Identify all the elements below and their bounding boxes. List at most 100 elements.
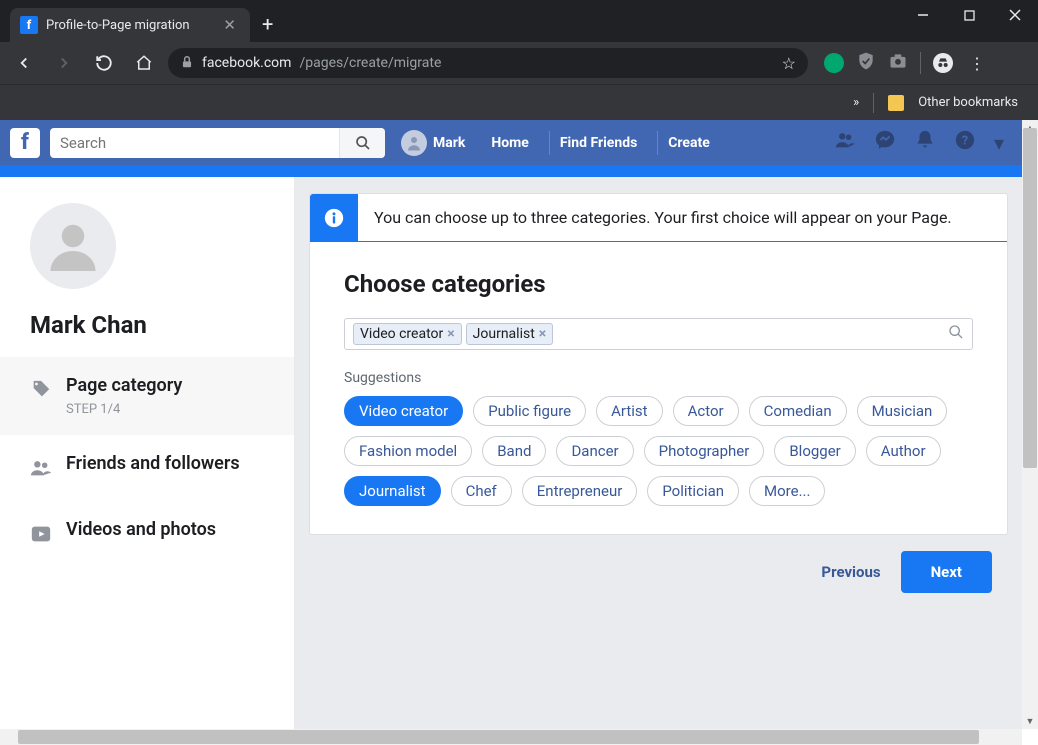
suggestion-pill-4[interactable]: Comedian	[749, 396, 847, 426]
suggestion-pill-15[interactable]: Politician	[647, 476, 739, 506]
header-profile-name: Mark	[433, 135, 465, 151]
account-dropdown-icon[interactable]: ▾	[994, 131, 1004, 155]
home-button[interactable]	[128, 47, 160, 79]
remove-chip-icon[interactable]: ×	[539, 326, 546, 342]
notifications-icon[interactable]	[914, 129, 936, 156]
suggestion-pill-16[interactable]: More...	[749, 476, 825, 506]
sidebar: Mark Chan Page category STEP 1/4 Friends…	[0, 177, 295, 729]
suggestion-pill-3[interactable]: Actor	[673, 396, 739, 426]
facebook-search	[50, 128, 385, 158]
folder-icon	[888, 95, 904, 111]
suggestion-pill-11[interactable]: Author	[866, 436, 941, 466]
suggestion-pill-1[interactable]: Public figure	[473, 396, 586, 426]
suggestion-pill-5[interactable]: Musician	[857, 396, 948, 426]
suggestion-pill-8[interactable]: Dancer	[556, 436, 633, 466]
facebook-logo-icon[interactable]: f	[10, 128, 40, 158]
new-tab-button[interactable]: +	[250, 6, 285, 42]
suggestion-pill-9[interactable]: Photographer	[644, 436, 765, 466]
bookmarks-bar: » Other bookmarks	[0, 84, 1038, 120]
category-card: You can choose up to three categories. Y…	[309, 193, 1008, 535]
footer-actions: Previous Next	[309, 535, 1008, 593]
window-controls	[900, 0, 1038, 42]
incognito-icon[interactable]	[933, 53, 953, 73]
bookmark-star-icon[interactable]: ☆	[782, 54, 796, 73]
back-button[interactable]	[8, 47, 40, 79]
address-bar[interactable]: facebook.com/pages/create/migrate ☆	[168, 48, 808, 78]
browser-menu-button[interactable]: ⋮	[961, 54, 993, 73]
grammarly-extension-icon[interactable]	[824, 53, 844, 73]
info-icon	[310, 194, 358, 241]
vertical-scrollbar[interactable]: ▲ ▼	[1022, 120, 1038, 729]
step-title: Videos and photos	[66, 519, 216, 540]
facebook-header: f Mark Home Find Friends Create ? ▾	[0, 120, 1022, 165]
suggestions-label: Suggestions	[344, 370, 973, 386]
selected-chip-0: Video creator ×	[353, 323, 462, 345]
shield-extension-icon[interactable]	[856, 51, 876, 75]
url-host: facebook.com	[202, 55, 291, 71]
suggestions-list: Video creator Public figure Artist Actor Com…	[344, 396, 973, 506]
scroll-down-icon[interactable]: ▼	[1022, 713, 1038, 729]
profile-link[interactable]: Mark	[395, 130, 471, 156]
sidebar-step-1[interactable]: Friends and followers	[0, 435, 294, 501]
tab-title: Profile-to-Page migration	[46, 18, 211, 33]
selected-chip-1: Journalist ×	[466, 323, 554, 345]
nav-home[interactable]: Home	[481, 131, 538, 155]
heading: Choose categories	[344, 270, 973, 298]
reload-button[interactable]	[88, 47, 120, 79]
camera-extension-icon[interactable]	[888, 51, 908, 75]
sidebar-step-2[interactable]: Videos and photos	[0, 501, 294, 567]
extension-icons	[824, 51, 953, 75]
nav-create[interactable]: Create	[657, 131, 720, 155]
url-path: /pages/create/migrate	[299, 55, 441, 71]
page-content: f Mark Home Find Friends Create ? ▾	[0, 120, 1022, 729]
hscroll-thumb[interactable]	[18, 730, 979, 744]
step-title: Friends and followers	[66, 453, 240, 474]
facebook-favicon-icon: f	[20, 16, 38, 34]
sidebar-step-0[interactable]: Page category STEP 1/4	[0, 357, 294, 435]
content-area: Mark Chan Page category STEP 1/4 Friends…	[0, 177, 1022, 729]
nav-find-friends[interactable]: Find Friends	[549, 131, 647, 155]
horizontal-scrollbar[interactable]	[0, 729, 1022, 745]
suggestion-pill-2[interactable]: Artist	[596, 396, 662, 426]
browser-tab[interactable]: f Profile-to-Page migration ✕	[10, 8, 250, 42]
scroll-thumb[interactable]	[1023, 128, 1037, 468]
suggestion-pill-7[interactable]: Band	[482, 436, 546, 466]
info-banner: You can choose up to three categories. Y…	[310, 194, 1007, 242]
friend-requests-icon[interactable]	[834, 129, 856, 156]
maximize-button[interactable]	[946, 0, 992, 30]
suggestion-pill-6[interactable]: Fashion model	[344, 436, 472, 466]
search-button[interactable]	[339, 128, 385, 158]
minimize-button[interactable]	[900, 0, 946, 30]
help-icon[interactable]: ?	[954, 129, 976, 156]
close-tab-icon[interactable]: ✕	[219, 16, 240, 34]
search-icon	[948, 324, 964, 344]
other-bookmarks-button[interactable]: Other bookmarks	[918, 95, 1018, 110]
blue-accent-bar	[0, 165, 1022, 177]
next-button[interactable]: Next	[901, 551, 992, 593]
lock-icon	[180, 54, 194, 73]
suggestion-pill-12[interactable]: Journalist	[344, 476, 441, 506]
suggestion-pill-0[interactable]: Video creator	[344, 396, 463, 426]
profile-name: Mark Chan	[0, 297, 294, 357]
main-panel: You can choose up to three categories. Y…	[295, 177, 1022, 729]
viewport: f Mark Home Find Friends Create ? ▾	[0, 120, 1038, 745]
forward-button[interactable]	[48, 47, 80, 79]
bookmarks-overflow-icon[interactable]: »	[853, 95, 859, 110]
suggestion-pill-10[interactable]: Blogger	[774, 436, 855, 466]
play-icon	[30, 523, 52, 549]
svg-text:?: ?	[962, 134, 968, 149]
search-input[interactable]	[50, 134, 339, 152]
info-text: You can choose up to three categories. Y…	[358, 194, 968, 241]
suggestion-pill-14[interactable]: Entrepreneur	[522, 476, 638, 506]
browser-toolbar: facebook.com/pages/create/migrate ☆ ⋮	[0, 42, 1038, 84]
browser-titlebar: f Profile-to-Page migration ✕ +	[0, 0, 1038, 42]
remove-chip-icon[interactable]: ×	[447, 326, 454, 342]
messenger-icon[interactable]	[874, 129, 896, 156]
close-window-button[interactable]	[992, 0, 1038, 30]
previous-button[interactable]: Previous	[817, 553, 884, 591]
people-icon	[30, 457, 52, 483]
step-subtitle: STEP 1/4	[66, 402, 182, 417]
category-input[interactable]: Video creator × Journalist ×	[344, 318, 973, 350]
suggestion-pill-13[interactable]: Chef	[451, 476, 512, 506]
tag-icon	[30, 379, 52, 405]
